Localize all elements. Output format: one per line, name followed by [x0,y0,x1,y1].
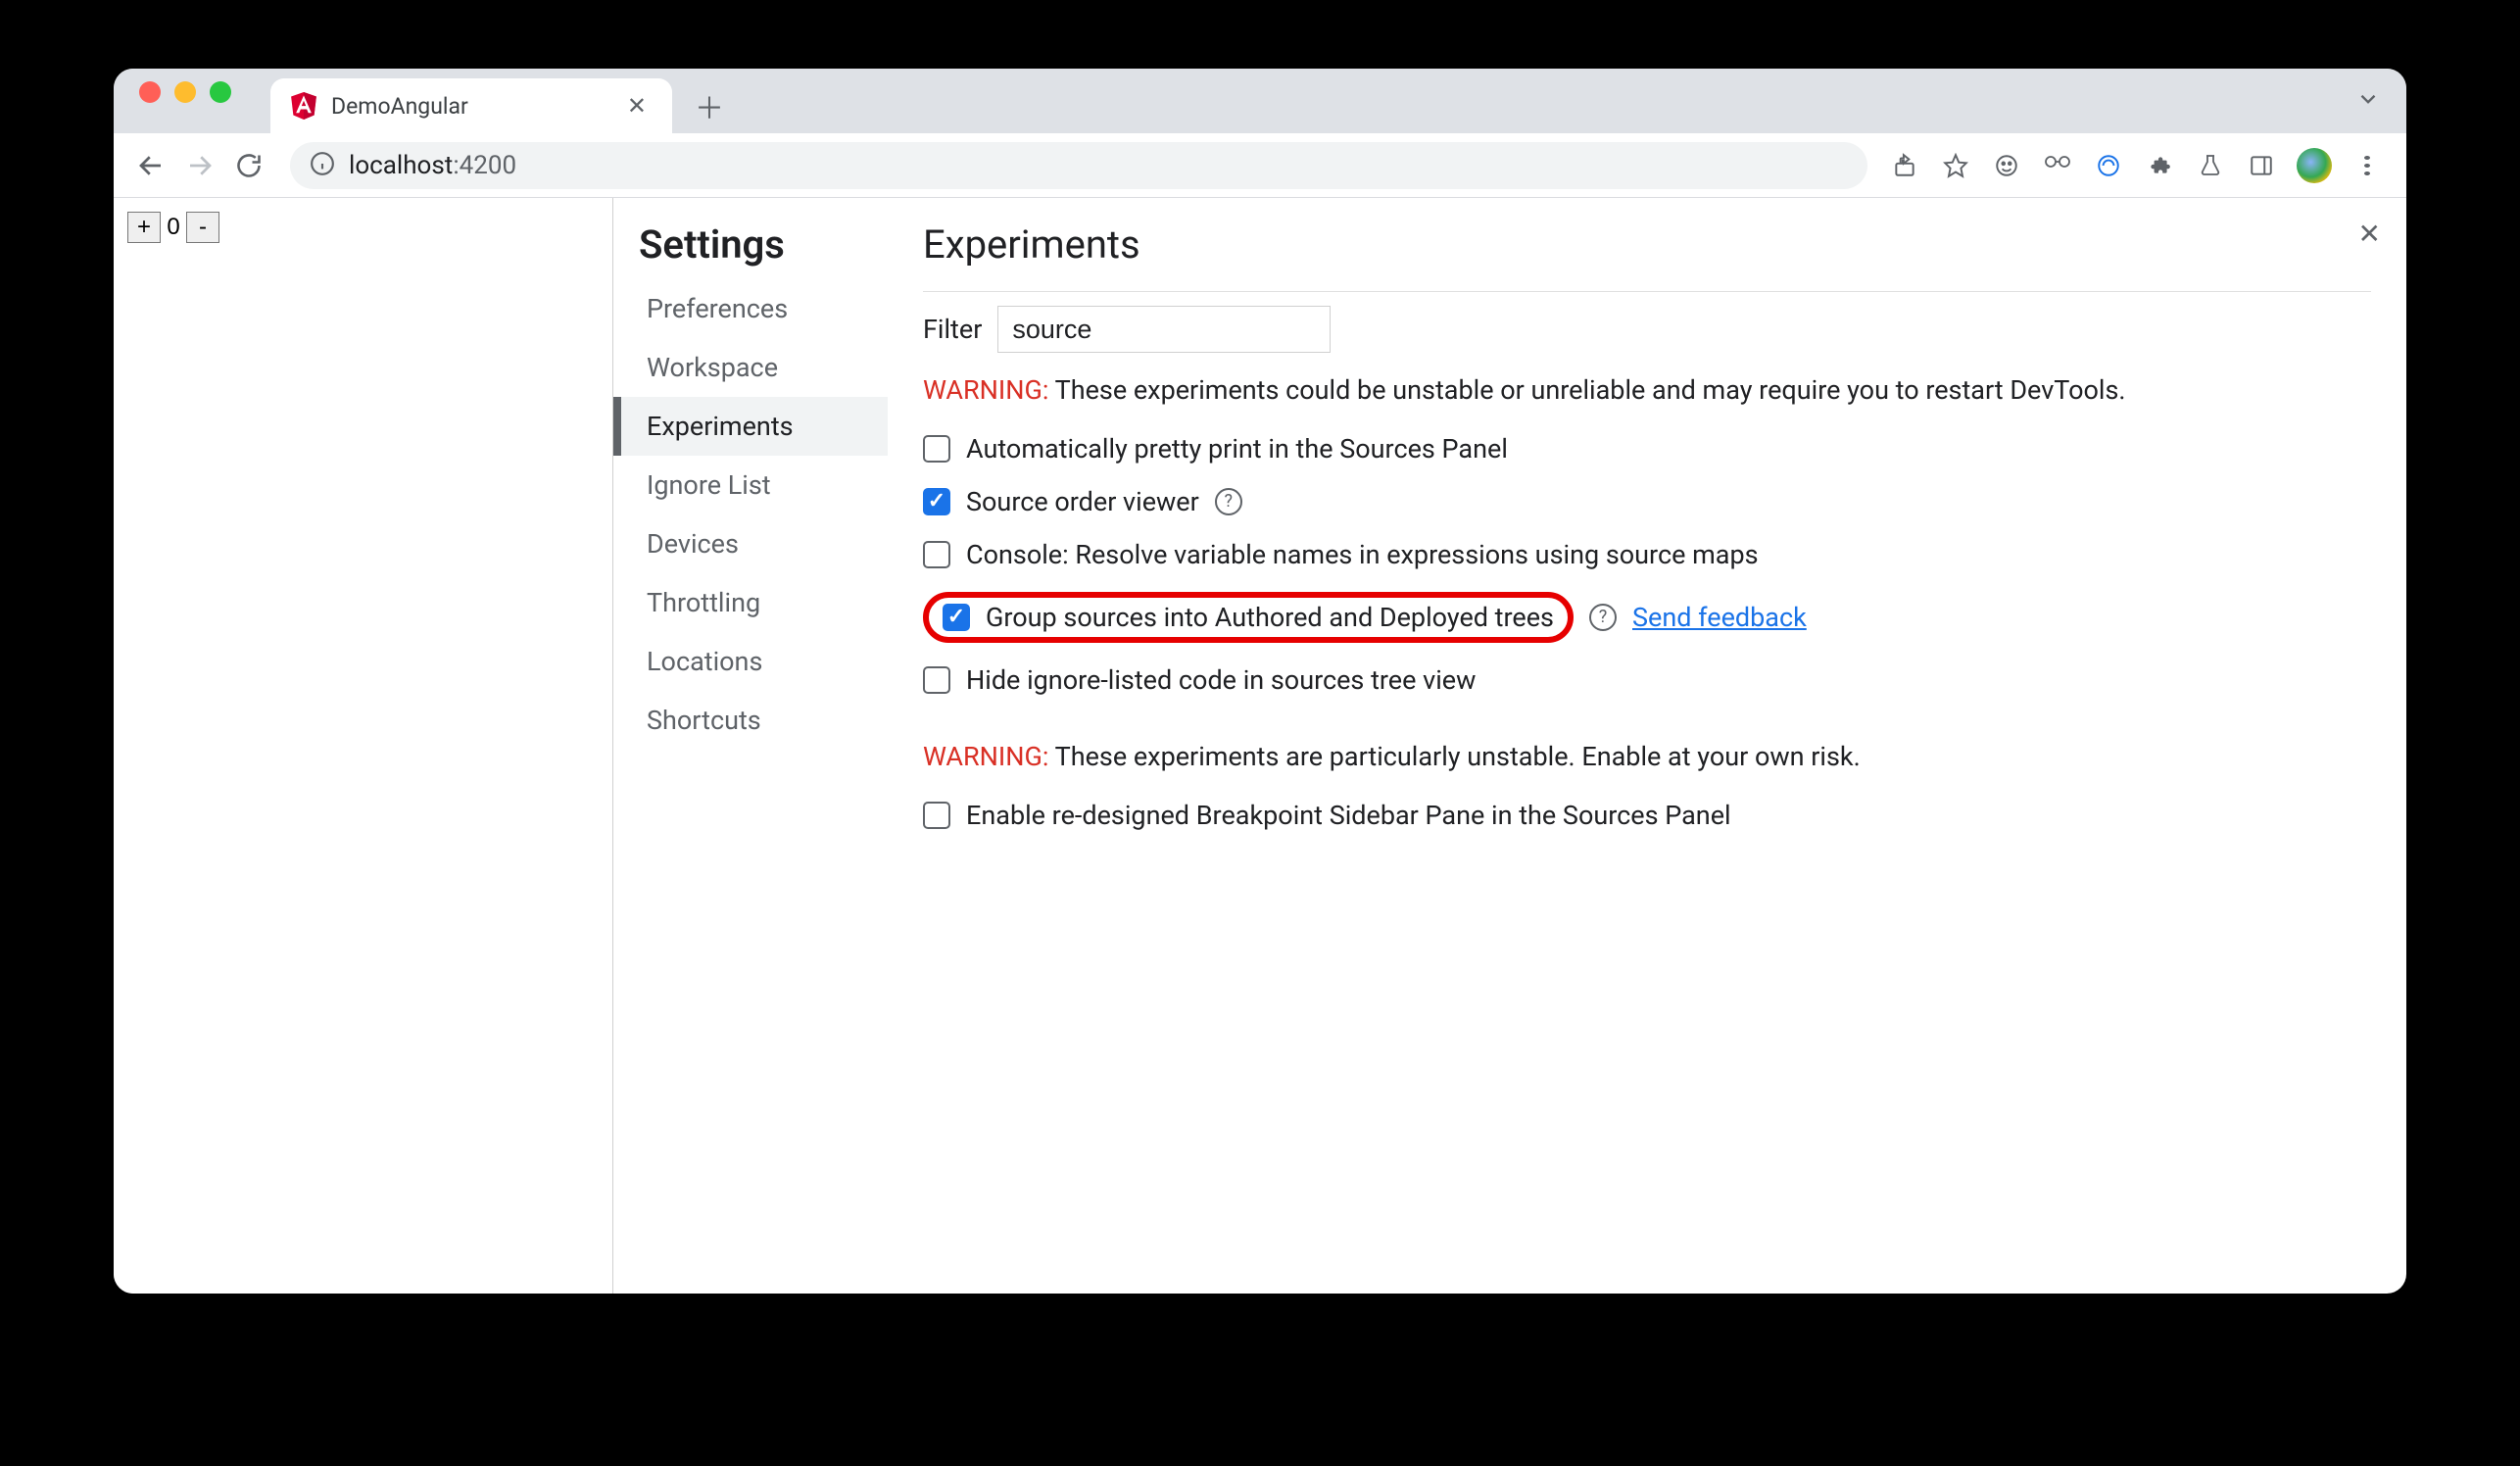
warning-text-2: WARNING: These experiments are particula… [923,739,2371,776]
annotation-highlight: Group sources into Authored and Deployed… [923,592,1574,643]
new-tab-button[interactable]: ＋ [690,86,729,125]
side-panel-icon[interactable] [2246,150,2277,181]
checkbox-resolve-vars[interactable] [923,541,950,568]
browser-tab[interactable]: DemoAngular ✕ [270,78,672,133]
checkbox-source-order[interactable] [923,488,950,515]
window-minimize-button[interactable] [174,81,196,103]
experiments-title: Experiments [923,221,2371,292]
extensions-puzzle-icon[interactable] [2144,150,2175,181]
bookmark-star-icon[interactable] [1940,150,1971,181]
labs-flask-icon[interactable] [2195,150,2226,181]
checkbox-breakpoint-sidebar[interactable] [923,802,950,829]
browser-toolbar: localhost:4200 [114,133,2406,198]
exp-label: Enable re-designed Breakpoint Sidebar Pa… [966,800,1731,831]
filter-label: Filter [923,314,982,345]
checkbox-hide-ignore[interactable] [923,666,950,694]
decrement-button[interactable]: - [186,212,219,243]
help-icon[interactable]: ? [1589,604,1617,631]
profile-avatar[interactable] [2297,148,2332,183]
help-icon[interactable]: ? [1215,488,1242,515]
settings-sidebar: Settings Preferences Workspace Experimen… [613,198,888,1294]
warning-text-1: WARNING: These experiments could be unst… [923,372,2371,410]
extension-icon-3[interactable] [2093,150,2124,181]
reload-button[interactable] [229,146,268,185]
send-feedback-link[interactable]: Send feedback [1632,602,1807,633]
exp-label: Console: Resolve variable names in expre… [966,539,1759,570]
address-bar[interactable]: localhost:4200 [290,142,1867,189]
counter-control: + - [127,212,599,243]
share-icon[interactable] [1889,150,1920,181]
titlebar: DemoAngular ✕ ＋ [114,69,2406,133]
window-controls [135,69,231,133]
window-close-button[interactable] [139,81,161,103]
nav-shortcuts[interactable]: Shortcuts [613,691,888,750]
nav-preferences[interactable]: Preferences [613,279,888,338]
nav-workspace[interactable]: Workspace [613,338,888,397]
content-area: + - Settings Preferences Workspace Exper… [114,198,2406,1294]
back-button[interactable] [131,146,170,185]
filter-input[interactable] [997,306,1331,353]
checkbox-pretty-print[interactable] [923,435,950,463]
tab-title: DemoAngular [331,93,607,120]
checkbox-group-sources[interactable] [943,604,970,631]
exp-resolve-vars: Console: Resolve variable names in expre… [923,539,2371,570]
tab-close-button[interactable]: ✕ [621,88,653,123]
increment-button[interactable]: + [127,212,161,243]
toolbar-actions [1889,148,2389,183]
exp-breakpoint-sidebar: Enable re-designed Breakpoint Sidebar Pa… [923,800,2371,831]
nav-locations[interactable]: Locations [613,632,888,691]
close-settings-button[interactable]: ✕ [2352,212,2387,256]
forward-button[interactable] [180,146,219,185]
settings-title: Settings [613,221,888,279]
page-pane: + - [114,198,613,1294]
settings-content: ✕ Experiments Filter WARNING: These expe… [888,198,2406,1294]
nav-throttling[interactable]: Throttling [613,573,888,632]
exp-pretty-print: Automatically pretty print in the Source… [923,433,2371,464]
browser-window: DemoAngular ✕ ＋ localhost:4200 [114,69,2406,1294]
window-maximize-button[interactable] [210,81,231,103]
exp-label: Automatically pretty print in the Source… [966,433,1508,464]
extension-icon-2[interactable] [2042,150,2073,181]
counter-value[interactable] [161,212,186,243]
exp-label: Source order viewer [966,486,1199,517]
nav-devices[interactable]: Devices [613,514,888,573]
tab-search-button[interactable] [2355,86,2381,116]
exp-label: Group sources into Authored and Deployed… [986,602,1554,633]
nav-ignore-list[interactable]: Ignore List [613,456,888,514]
exp-group-sources-row: Group sources into Authored and Deployed… [923,592,2371,643]
exp-hide-ignore: Hide ignore-listed code in sources tree … [923,664,2371,696]
exp-source-order: Source order viewer ? [923,486,2371,517]
site-info-icon[interactable] [310,151,335,180]
url-text: localhost:4200 [349,151,516,180]
nav-experiments[interactable]: Experiments [613,397,888,456]
exp-label: Hide ignore-listed code in sources tree … [966,664,1476,696]
chrome-menu-button[interactable] [2351,150,2383,181]
angular-icon [290,92,317,120]
extension-icon-1[interactable] [1991,150,2022,181]
filter-row: Filter [923,306,2371,353]
